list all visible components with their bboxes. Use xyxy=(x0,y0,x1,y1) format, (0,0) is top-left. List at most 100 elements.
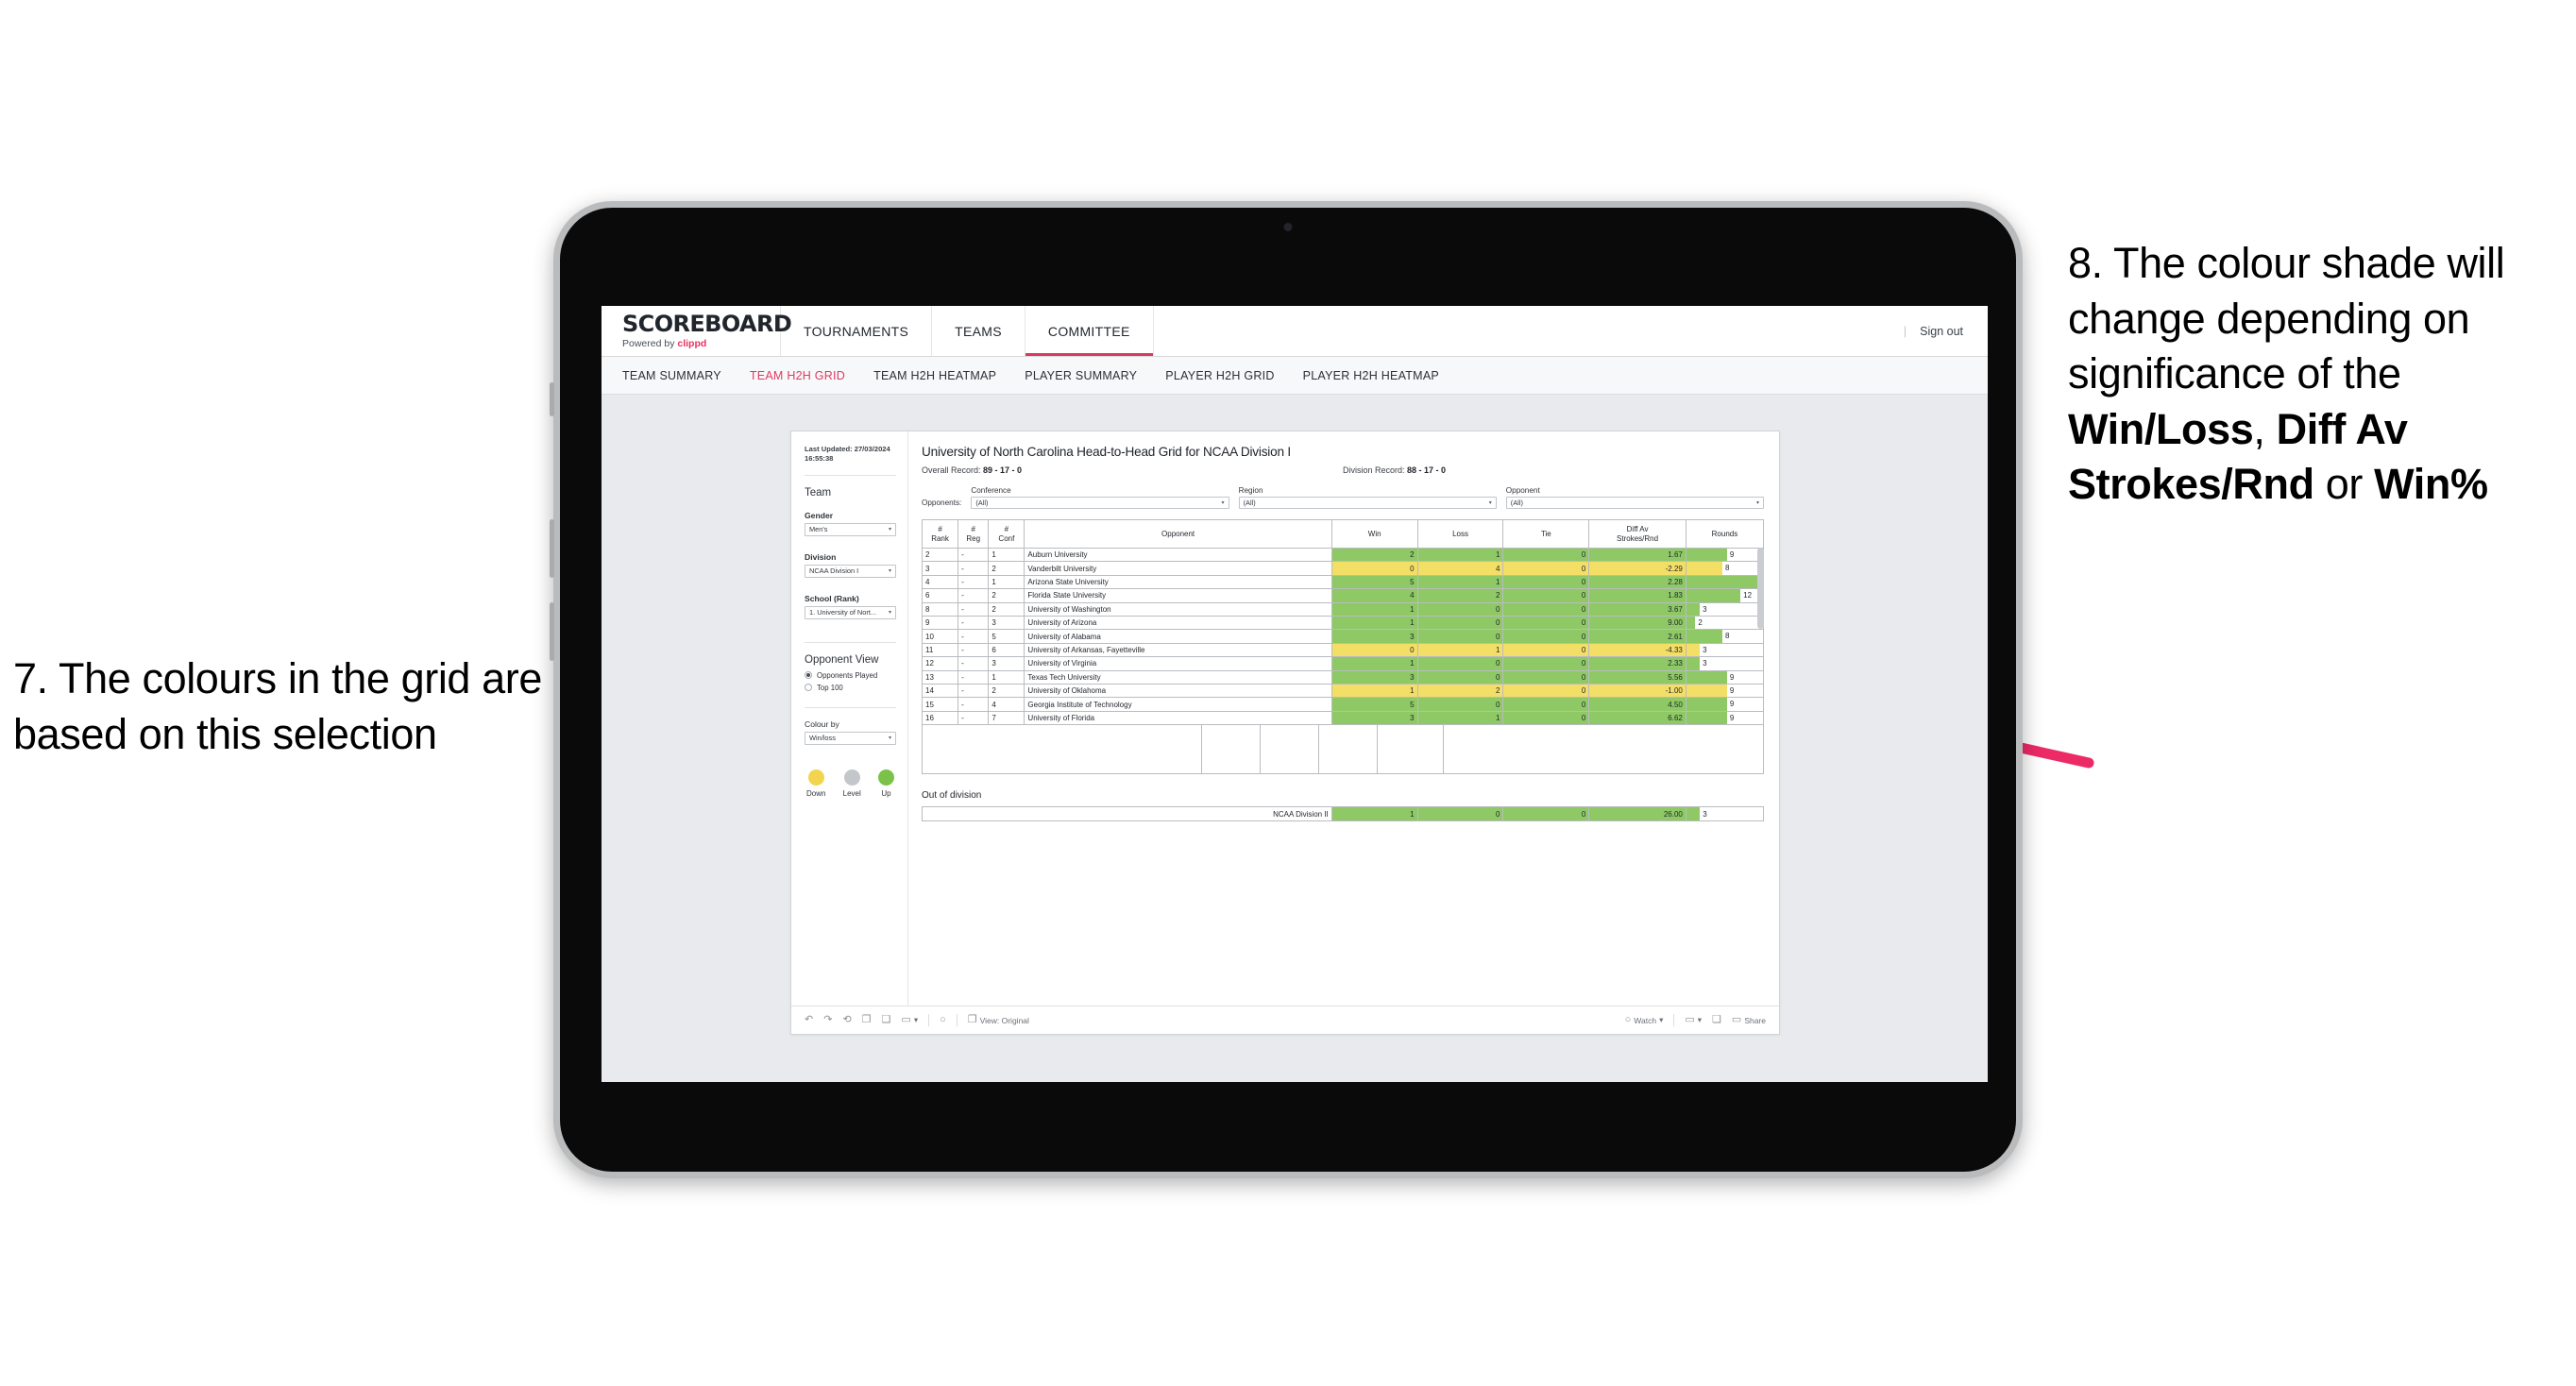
opponent-filters: Opponents: Conference (All) ▾ Region (Al… xyxy=(922,486,1764,509)
tableau-toolbar: ↶ ↷ ⟲ ❐ ❑ ▭ ▾ ○ ❐ View: Original ○ Watch ▾ ▭ xyxy=(791,1006,1779,1034)
nav-item-teams[interactable]: TEAMS xyxy=(932,306,1025,356)
h2h-grid[interactable]: # Rank # Reg # Conf Opponent Win Loss Tie D… xyxy=(921,519,1765,775)
download-button[interactable]: ▭ ▾ xyxy=(1685,1015,1702,1025)
table-row[interactable]: 13-1 Texas Tech University 3 0 0 5.56 9 xyxy=(921,669,1765,685)
cell-rounds: 9 xyxy=(1685,669,1765,685)
rounds-value: 9 xyxy=(1729,672,1735,682)
rounds-value: 9 xyxy=(1729,700,1735,709)
table-row[interactable]: 9-3 University of Arizona 1 0 0 9.00 2 xyxy=(921,616,1765,631)
refresh-icon[interactable]: ❐ xyxy=(862,1015,872,1025)
table-row[interactable]: 12-3 University of Virginia 1 0 0 2.33 3 xyxy=(921,656,1765,671)
rounds-value: 12 xyxy=(1743,591,1753,600)
chevron-down-icon: ▾ xyxy=(888,610,891,616)
table-row[interactable]: 14-2 University of Oklahoma 1 2 0 -1.00 9 xyxy=(921,684,1765,699)
pause-icon[interactable]: ❑ xyxy=(882,1015,891,1025)
toolbar-divider-3 xyxy=(1673,1014,1675,1026)
division-record-label: Division Record: xyxy=(1343,465,1408,475)
share-icon: ▭ xyxy=(1731,1014,1742,1025)
view-original-button[interactable]: ❐ View: Original xyxy=(968,1015,1029,1025)
revert-icon[interactable]: ⟲ xyxy=(842,1015,851,1025)
chevron-down-icon: ▾ xyxy=(1755,500,1759,506)
chevron-down-icon: ▾ xyxy=(1697,1015,1703,1024)
redo-icon[interactable]: ↷ xyxy=(823,1015,832,1025)
legend-label-up: Up xyxy=(881,788,891,798)
chevron-down-icon: ▾ xyxy=(888,735,891,741)
subnav-item-player-summary[interactable]: PLAYER SUMMARY xyxy=(1025,369,1137,382)
rounds-value: 3 xyxy=(1703,659,1707,668)
col-opponent: Opponent xyxy=(1024,519,1332,549)
subnav-item-player-h2h-heatmap[interactable]: PLAYER H2H HEATMAP xyxy=(1303,369,1439,382)
table-row[interactable]: 16-7 University of Florida 3 1 0 6.62 9 xyxy=(921,710,1765,726)
nav-item-committee[interactable]: COMMITTEE xyxy=(1025,306,1154,356)
signout-link[interactable]: Sign out xyxy=(1920,325,1963,338)
subnav-item-team-h2h-heatmap[interactable]: TEAM H2H HEATMAP xyxy=(873,369,996,382)
legend-item-down: Down xyxy=(806,769,825,798)
colour-by-value: Win/loss xyxy=(809,734,836,742)
filter-conference-select[interactable]: (All) ▾ xyxy=(971,497,1229,509)
view-shape-dropdown[interactable]: ▭ ▾ xyxy=(901,1015,918,1025)
powered-by-prefix: Powered by xyxy=(622,338,678,349)
filter-opponent-select[interactable]: (All) ▾ xyxy=(1505,497,1764,509)
rounds-value: 17 xyxy=(1686,576,1762,587)
cell-rounds: 9 xyxy=(1685,684,1765,699)
radio-top-100-label: Top 100 xyxy=(817,683,843,692)
fullscreen-icon[interactable]: ❑ xyxy=(1712,1015,1721,1025)
nav-item-tournaments[interactable]: TOURNAMENTS xyxy=(781,306,933,356)
grid-vertical-scrollbar[interactable] xyxy=(1757,548,1764,629)
rounds-value: 9 xyxy=(1729,550,1735,559)
table-row[interactable]: 8-2 University of Washington 1 0 0 3.67 3 xyxy=(921,601,1765,617)
share-label: Share xyxy=(1744,1015,1766,1025)
top-navigation-bar: SCOREBOARD Powered by clippd TOURNAMENTS… xyxy=(602,306,1988,357)
out-of-division-grid: NCAA Division II 1 0 0 26.00 3 xyxy=(922,806,1765,822)
col-win: Win xyxy=(1330,519,1418,549)
radio-opponents-played-label: Opponents Played xyxy=(817,670,878,680)
radio-top-100[interactable]: Top 100 xyxy=(805,684,896,692)
cell-rounds: 2 xyxy=(1685,616,1765,631)
school-rank-label: School (Rank) xyxy=(805,593,859,603)
rounds-value: 8 xyxy=(1725,632,1730,641)
annotation-8-bold-winloss: Win/Loss xyxy=(2068,404,2254,453)
table-row[interactable]: 10-5 University of Alabama 3 0 0 2.61 8 xyxy=(921,629,1765,644)
subnav-item-team-h2h-grid[interactable]: TEAM H2H GRID xyxy=(750,369,845,382)
radio-opponents-played[interactable]: Opponents Played xyxy=(805,671,896,680)
pad-left xyxy=(923,725,1202,774)
signout-divider: | xyxy=(1903,324,1907,338)
out-of-division-title: Out of division xyxy=(922,790,982,802)
rect-icon: ▭ xyxy=(901,1014,911,1025)
undo-icon[interactable]: ↶ xyxy=(805,1015,813,1025)
grid-empty-pad xyxy=(922,725,1764,775)
table-row[interactable]: 4-1Arizona State University5102.2817 xyxy=(921,574,1765,590)
tablet-device-frame: SCOREBOARD Powered by clippd TOURNAMENTS… xyxy=(550,201,2023,1178)
h2h-grid-body: 2-1 Auburn University 2 1 0 1.67 9 3-2 Vanderbil… xyxy=(921,547,1765,726)
watch-button[interactable]: ○ Watch ▾ xyxy=(1625,1015,1664,1025)
table-row[interactable]: 11-6 University of Arkansas, Fayetteville… xyxy=(921,642,1765,658)
rounds-value: 2 xyxy=(1698,618,1703,628)
subnav-item-team-summary[interactable]: TEAM SUMMARY xyxy=(622,369,721,382)
pad-tie xyxy=(1319,725,1378,774)
table-row[interactable]: NCAA Division II 1 0 0 26.00 3 xyxy=(922,806,1765,822)
table-row[interactable]: 15-4 Georgia Institute of Technology 5 0 0 4.… xyxy=(921,697,1765,712)
table-row[interactable]: 6-2 Florida State University 4 2 0 1.83 12 xyxy=(921,588,1765,603)
cell-rounds: 8 xyxy=(1685,629,1765,644)
table-row[interactable]: 2-1 Auburn University 2 1 0 1.67 9 xyxy=(921,547,1765,563)
table-row[interactable]: 3-2 Vanderbilt University 0 4 0 -2.29 8 xyxy=(921,561,1765,576)
filter-region-select[interactable]: (All) ▾ xyxy=(1238,497,1497,509)
chevron-down-icon: ▾ xyxy=(1659,1015,1664,1024)
col-diff-av-strokes: Diff Av Strokes/Rnd xyxy=(1588,519,1686,549)
history-clock-icon[interactable]: ○ xyxy=(940,1015,946,1025)
brand-logo[interactable]: SCOREBOARD Powered by clippd xyxy=(602,306,792,356)
legend-dot-up xyxy=(877,769,894,786)
gender-select[interactable]: Men's ▾ xyxy=(805,522,896,536)
filter-region-label: Region xyxy=(1238,486,1263,495)
division-select[interactable]: NCAA Division I ▾ xyxy=(805,564,896,578)
colour-by-select[interactable]: Win/loss ▾ xyxy=(805,731,896,745)
annotation-8-text-pre: 8. The colour shade will change dependin… xyxy=(2068,239,2505,397)
chevron-down-icon: ▾ xyxy=(888,568,891,574)
app-screen: SCOREBOARD Powered by clippd TOURNAMENTS… xyxy=(602,306,1988,1082)
share-button[interactable]: ▭ Share xyxy=(1732,1015,1766,1025)
school-rank-select[interactable]: 1. University of Nort... ▾ xyxy=(805,605,896,619)
cell-rounds: 12 xyxy=(1685,588,1765,603)
subnav-item-player-h2h-grid[interactable]: PLAYER H2H GRID xyxy=(1165,369,1274,382)
